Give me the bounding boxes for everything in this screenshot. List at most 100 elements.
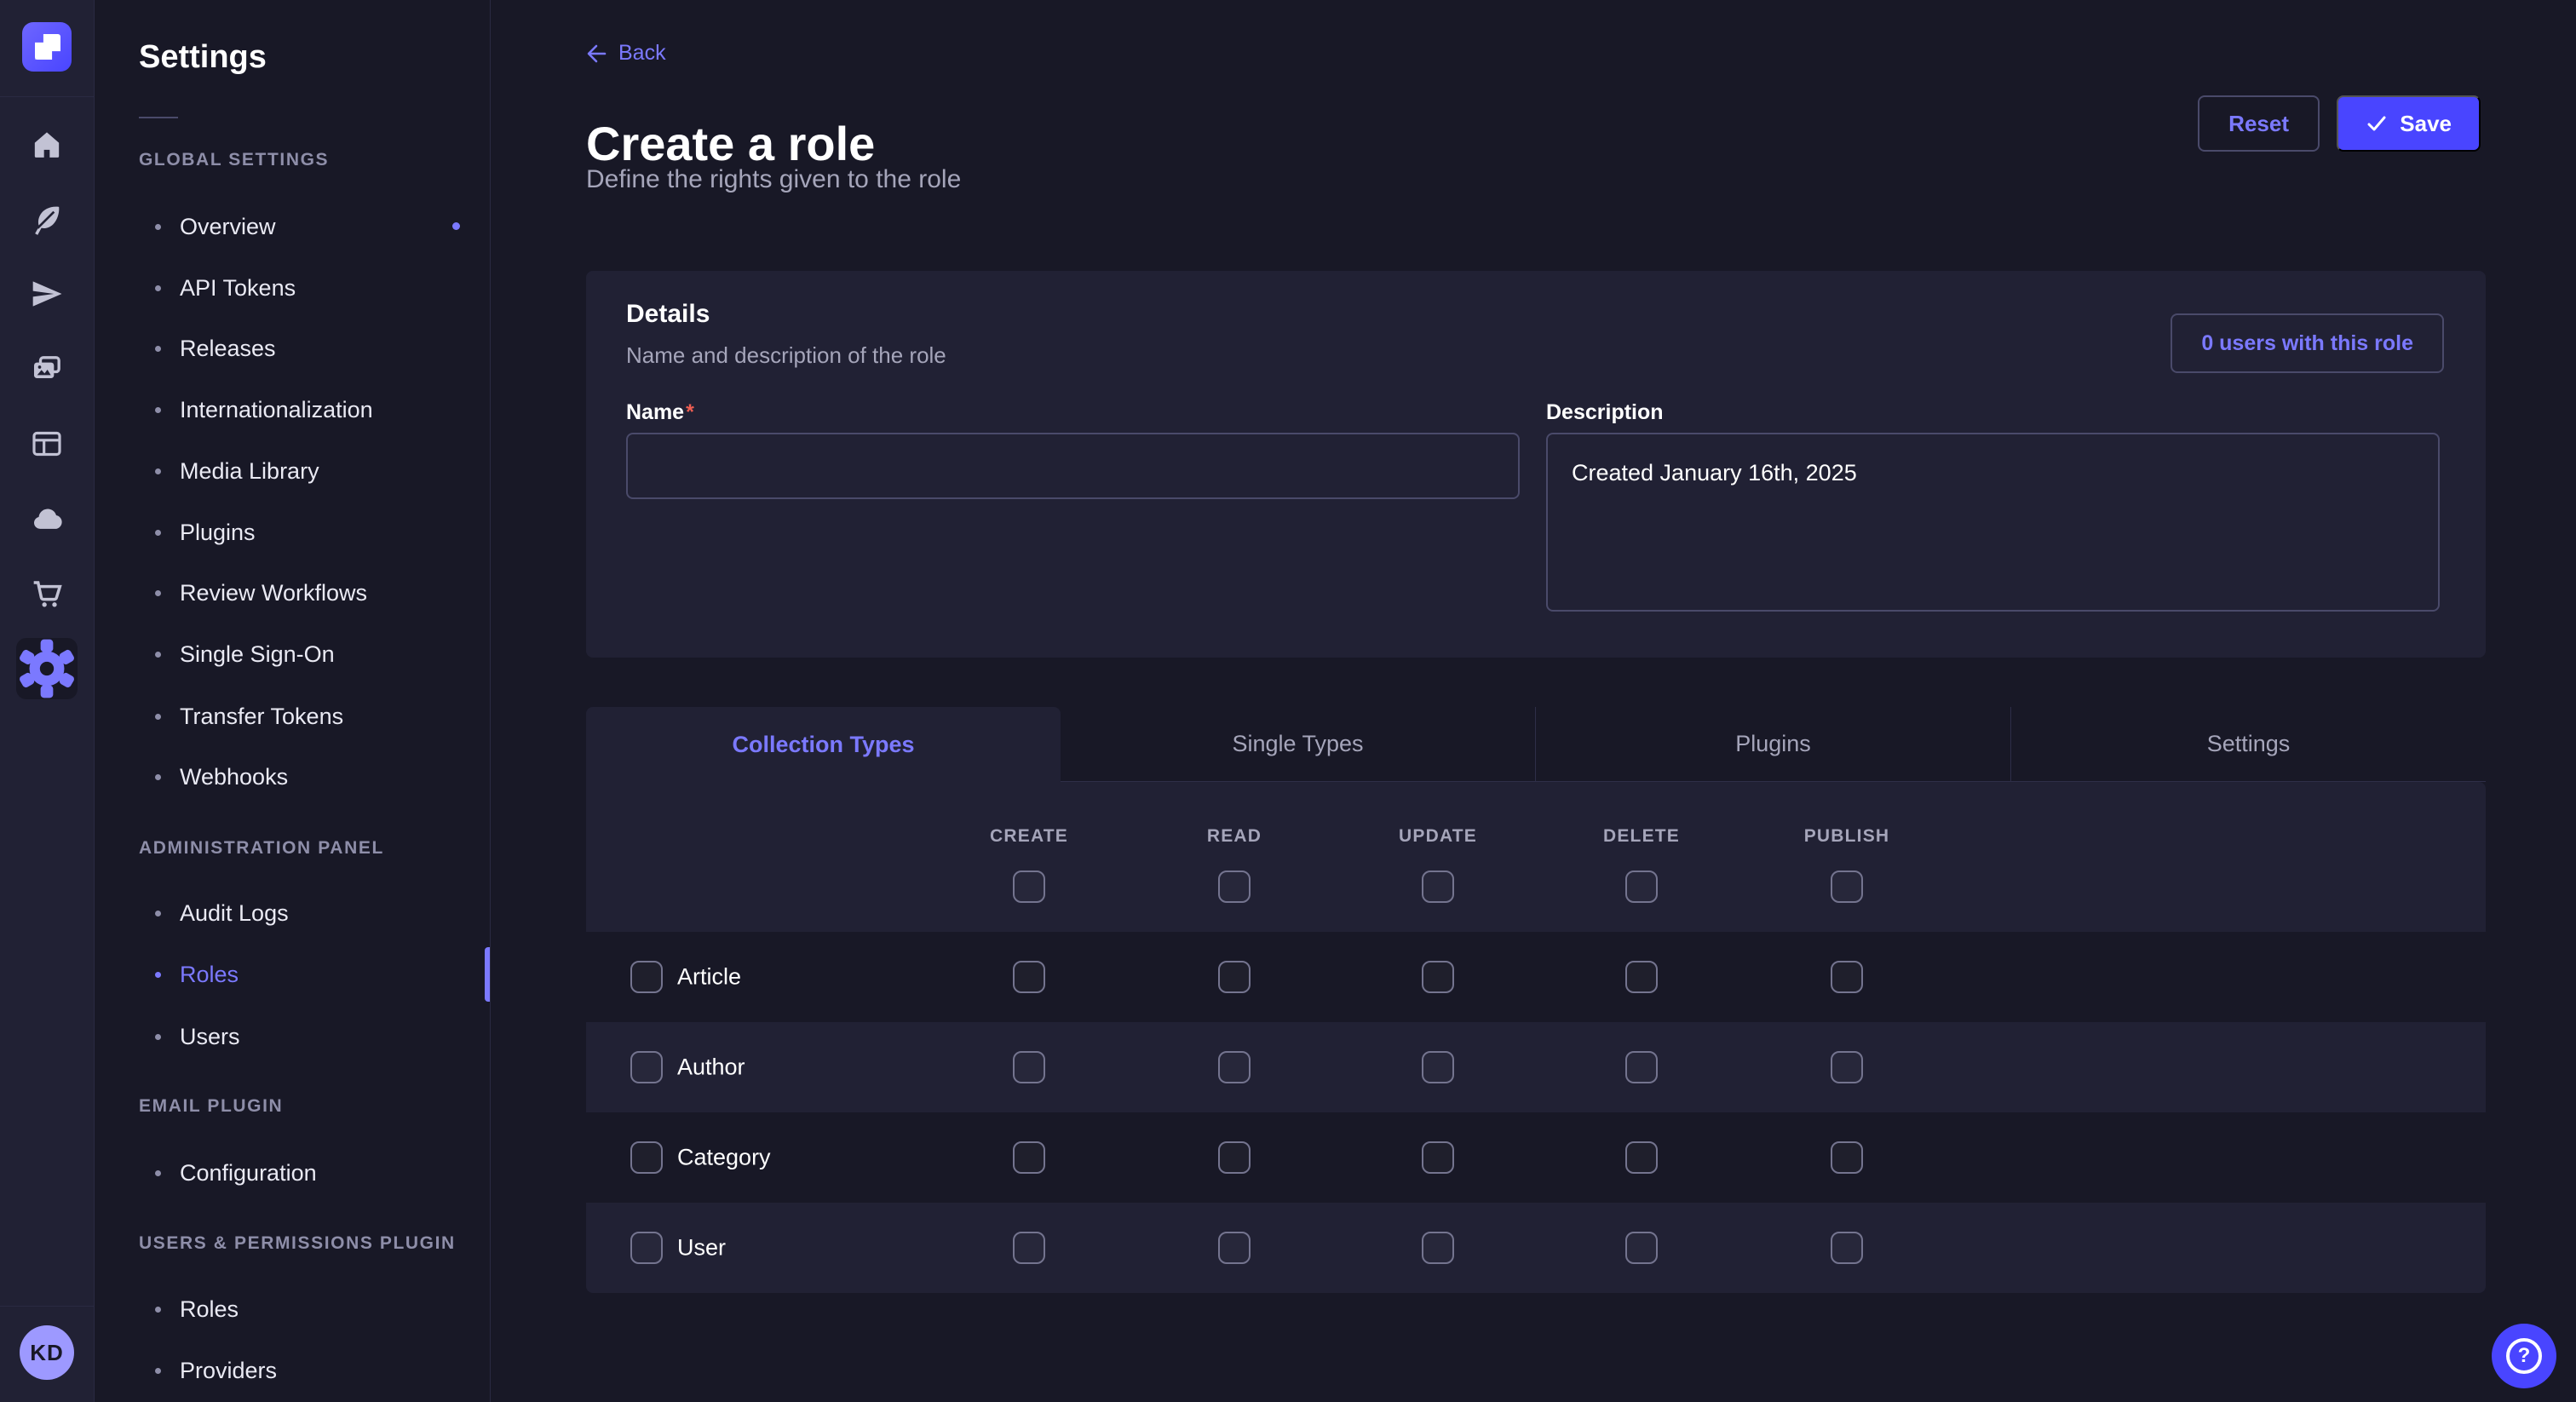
bullet-icon xyxy=(155,714,161,720)
sidebar-item-label: Plugins xyxy=(180,520,256,546)
sidebar-item-label: Configuration xyxy=(180,1160,317,1187)
sidebar-item-roles-active[interactable]: Roles xyxy=(155,957,239,991)
help-button[interactable]: ? xyxy=(2492,1324,2556,1388)
sidebar-item-label: Single Sign-On xyxy=(180,641,335,668)
sidebar-item-configuration[interactable]: Configuration xyxy=(155,1156,317,1190)
strapi-logo-glyph-shade xyxy=(35,51,43,60)
sidebar-item-users[interactable]: Users xyxy=(155,1020,240,1054)
tab-plugins[interactable]: Plugins xyxy=(1535,707,2010,782)
sidebar-item-up-roles[interactable]: Roles xyxy=(155,1292,239,1326)
user-read-checkbox[interactable] xyxy=(1218,1232,1251,1264)
article-row-checkbox[interactable] xyxy=(630,961,663,993)
article-create-checkbox[interactable] xyxy=(1013,961,1045,993)
bullet-icon xyxy=(155,285,161,291)
bullet-icon xyxy=(155,590,161,596)
bullet-icon xyxy=(155,1034,161,1040)
sidebar-item-api-tokens[interactable]: API Tokens xyxy=(155,271,296,305)
settings-gear-icon[interactable] xyxy=(16,638,78,699)
content-type-builder-icon[interactable] xyxy=(30,427,64,461)
user-avatar[interactable]: KD xyxy=(20,1325,74,1380)
check-icon xyxy=(2366,112,2388,135)
rail-divider-bottom xyxy=(0,1306,94,1307)
tab-settings[interactable]: Settings xyxy=(2010,707,2486,782)
sidebar-item-media-library[interactable]: Media Library xyxy=(155,454,319,488)
rail-divider-top xyxy=(0,96,94,97)
select-all-create-checkbox[interactable] xyxy=(1013,871,1045,903)
sidebar-item-audit-logs[interactable]: Audit Logs xyxy=(155,896,289,930)
permissions-tabs: Collection Types Single Types Plugins Se… xyxy=(586,707,2486,782)
main-content: Back Create a role Define the rights giv… xyxy=(491,0,2576,1402)
sidebar-item-label: Users xyxy=(180,1024,240,1050)
sidebar-item-label: Audit Logs xyxy=(180,900,289,927)
user-row-checkbox[interactable] xyxy=(630,1232,663,1264)
article-publish-checkbox[interactable] xyxy=(1831,961,1863,993)
user-update-checkbox[interactable] xyxy=(1422,1232,1454,1264)
author-delete-checkbox[interactable] xyxy=(1625,1051,1658,1083)
user-create-checkbox[interactable] xyxy=(1013,1232,1045,1264)
description-label: Description xyxy=(1546,400,1664,425)
article-update-checkbox[interactable] xyxy=(1422,961,1454,993)
deploy-cloud-icon[interactable] xyxy=(30,503,64,537)
author-row-checkbox[interactable] xyxy=(630,1051,663,1083)
back-link[interactable]: Back xyxy=(586,41,666,66)
column-header-read: READ xyxy=(1207,826,1262,847)
sidebar-item-overview[interactable]: Overview xyxy=(155,210,276,244)
sidebar-item-webhooks[interactable]: Webhooks xyxy=(155,760,288,794)
author-read-checkbox[interactable] xyxy=(1218,1051,1251,1083)
strapi-logo xyxy=(22,22,72,72)
media-library-icon[interactable] xyxy=(30,353,64,387)
bullet-icon xyxy=(155,652,161,658)
page-subtitle: Define the rights given to the role xyxy=(586,165,961,194)
sidebar-item-single-sign-on[interactable]: Single Sign-On xyxy=(155,637,335,671)
settings-subnav: Settings GLOBAL SETTINGS Overview API To… xyxy=(95,0,491,1402)
sidebar-item-label: Transfer Tokens xyxy=(180,704,343,730)
bullet-icon xyxy=(155,407,161,413)
category-read-checkbox[interactable] xyxy=(1218,1141,1251,1174)
category-delete-checkbox[interactable] xyxy=(1625,1141,1658,1174)
article-read-checkbox[interactable] xyxy=(1218,961,1251,993)
author-create-checkbox[interactable] xyxy=(1013,1051,1045,1083)
releases-send-icon[interactable] xyxy=(30,277,64,311)
section-header-email-plugin: EMAIL PLUGIN xyxy=(139,1096,283,1117)
table-row-article: Article xyxy=(586,932,2486,1022)
marketplace-cart-icon[interactable] xyxy=(30,576,64,610)
category-update-checkbox[interactable] xyxy=(1422,1141,1454,1174)
content-manager-icon[interactable] xyxy=(30,202,64,236)
sidebar-item-review-workflows[interactable]: Review Workflows xyxy=(155,576,367,610)
tab-single-types[interactable]: Single Types xyxy=(1061,707,1535,782)
sidebar-item-label: Overview xyxy=(180,214,276,240)
arrow-left-icon xyxy=(586,43,608,65)
sidebar-item-label: Webhooks xyxy=(180,764,288,790)
author-publish-checkbox[interactable] xyxy=(1831,1051,1863,1083)
user-delete-checkbox[interactable] xyxy=(1625,1232,1658,1264)
row-label: User xyxy=(677,1235,726,1261)
bullet-icon xyxy=(155,774,161,780)
sidebar-item-releases[interactable]: Releases xyxy=(155,331,276,365)
select-all-read-checkbox[interactable] xyxy=(1218,871,1251,903)
tab-collection-types[interactable]: Collection Types xyxy=(586,707,1061,782)
user-publish-checkbox[interactable] xyxy=(1831,1232,1863,1264)
sidebar-item-label: Roles xyxy=(180,962,239,988)
name-input[interactable] xyxy=(626,433,1520,499)
category-publish-checkbox[interactable] xyxy=(1831,1141,1863,1174)
main-nav-rail: KD xyxy=(0,0,95,1402)
sidebar-item-providers[interactable]: Providers xyxy=(155,1353,277,1388)
sidebar-item-internationalization[interactable]: Internationalization xyxy=(155,393,373,427)
subnav-title-divider xyxy=(139,117,178,118)
author-update-checkbox[interactable] xyxy=(1422,1051,1454,1083)
select-all-publish-checkbox[interactable] xyxy=(1831,871,1863,903)
users-with-role-button[interactable]: 0 users with this role xyxy=(2171,313,2444,373)
sidebar-item-plugins[interactable]: Plugins xyxy=(155,515,256,549)
reset-button[interactable]: Reset xyxy=(2198,95,2320,152)
sidebar-item-transfer-tokens[interactable]: Transfer Tokens xyxy=(155,699,343,733)
select-all-delete-checkbox[interactable] xyxy=(1625,871,1658,903)
column-header-update: UPDATE xyxy=(1399,826,1477,847)
category-create-checkbox[interactable] xyxy=(1013,1141,1045,1174)
select-all-update-checkbox[interactable] xyxy=(1422,871,1454,903)
description-textarea[interactable]: Created January 16th, 2025 xyxy=(1546,433,2440,612)
subnav-title: Settings xyxy=(139,39,267,76)
home-icon[interactable] xyxy=(30,128,64,162)
category-row-checkbox[interactable] xyxy=(630,1141,663,1174)
article-delete-checkbox[interactable] xyxy=(1625,961,1658,993)
save-button[interactable]: Save xyxy=(2337,95,2481,152)
